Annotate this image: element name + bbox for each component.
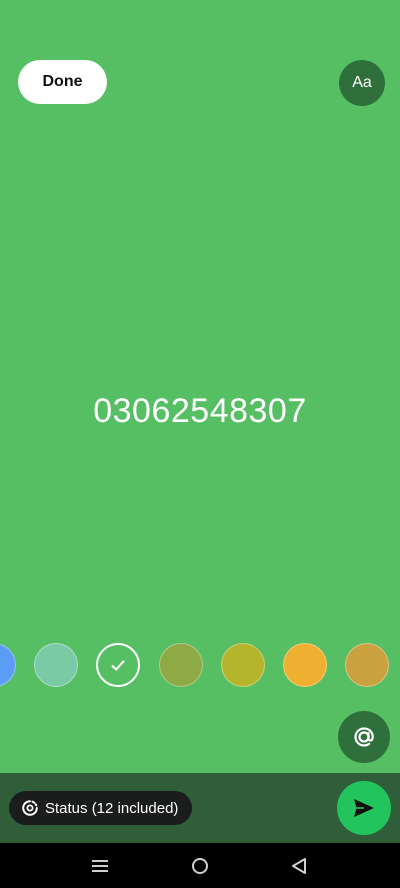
color-swatch-olive[interactable] (159, 643, 203, 687)
color-swatch-gold[interactable] (345, 643, 389, 687)
color-swatch-teal[interactable] (34, 643, 78, 687)
send-button[interactable] (337, 781, 391, 835)
menu-lines-icon (92, 860, 108, 872)
done-button[interactable]: Done (18, 60, 107, 104)
status-audience-label: Status (12 included) (45, 799, 179, 817)
nav-recents-button[interactable] (89, 855, 111, 877)
bottom-bar: Status (12 included) (0, 773, 400, 843)
color-swatch-green-selected[interactable] (96, 643, 140, 687)
status-text[interactable]: 03062548307 (0, 392, 400, 431)
back-triangle-icon (292, 858, 306, 874)
status-audience-button[interactable]: Status (12 included) (9, 791, 193, 825)
checkmark-icon (111, 660, 125, 671)
nav-back-button[interactable] (288, 855, 310, 877)
home-circle-icon (192, 858, 208, 874)
color-palette (0, 643, 400, 689)
mention-button[interactable] (338, 711, 390, 763)
status-ring-icon (22, 800, 38, 816)
font-style-button[interactable]: Aa (339, 60, 385, 106)
nav-home-button[interactable] (189, 855, 211, 877)
send-icon (354, 799, 374, 817)
color-swatch-orange[interactable] (283, 643, 327, 687)
system-nav-bar (0, 843, 400, 888)
status-compose-screen: Done Aa 03062548307 Status (12 included) (0, 0, 400, 888)
color-swatch-mustard[interactable] (221, 643, 265, 687)
color-swatch-blue[interactable] (0, 643, 16, 687)
at-sign-icon (354, 727, 374, 747)
